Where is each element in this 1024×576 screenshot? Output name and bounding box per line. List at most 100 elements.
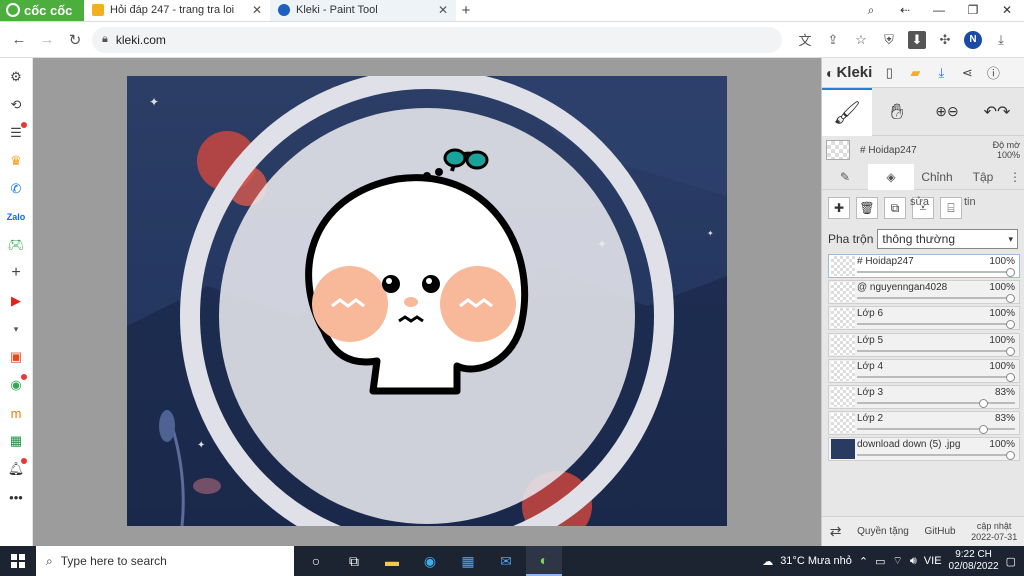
- layer-row[interactable]: download down (5) .jpg 100%: [828, 437, 1020, 462]
- windows-start-icon[interactable]: [0, 546, 36, 576]
- slider-knob[interactable]: [979, 425, 989, 435]
- tab-adjust[interactable]: Chỉnh: [914, 164, 960, 190]
- more-vertical-icon[interactable]: ⋮: [1006, 164, 1024, 190]
- sheet-icon[interactable]: ▦: [7, 432, 25, 450]
- chevron-down-icon[interactable]: ▾: [7, 320, 25, 338]
- layer-row[interactable]: Lớp 2 83%: [828, 411, 1020, 436]
- task-view-icon[interactable]: ⧉: [336, 546, 372, 576]
- translate-icon[interactable]: 文: [796, 31, 814, 49]
- privacy-link[interactable]: Quyền tặng: [857, 526, 909, 537]
- back-history-icon[interactable]: ⇠: [888, 0, 922, 21]
- back-icon[interactable]: ←: [8, 29, 30, 51]
- add-icon[interactable]: +: [7, 264, 25, 282]
- blend-select[interactable]: thông thường ▾: [877, 229, 1018, 249]
- youtube-icon[interactable]: ▶: [7, 292, 25, 310]
- zoom-icon[interactable]: ⊕⊖: [922, 88, 972, 136]
- delete-layer-icon[interactable]: 🗑︎: [856, 197, 878, 219]
- tray-chevron-icon[interactable]: ⌃: [859, 555, 868, 568]
- share-icon[interactable]: ⋖: [958, 64, 976, 82]
- file-explorer-icon[interactable]: ▬: [374, 546, 410, 576]
- shop-icon[interactable]: ▣: [7, 348, 25, 366]
- layer-row[interactable]: Lớp 6 100%: [828, 306, 1020, 331]
- download-icon[interactable]: ⬇: [908, 30, 926, 49]
- extensions-icon[interactable]: ✣: [936, 31, 954, 49]
- network-icon[interactable]: ⌔: [893, 554, 903, 568]
- tab-hoidap[interactable]: Hỏi đáp 247 - trang tra loi ✕: [84, 0, 270, 21]
- layer-opacity-slider[interactable]: [857, 268, 1015, 277]
- volume-icon[interactable]: 🔊︎: [910, 555, 917, 568]
- kleki-logo[interactable]: ◐ Kleki: [826, 64, 872, 81]
- save-icon[interactable]: ⤓: [932, 64, 950, 82]
- hand-tool-icon[interactable]: ✋︎: [872, 88, 922, 136]
- tab-brush-icon[interactable]: ✎: [822, 164, 868, 190]
- mail-icon[interactable]: ✉: [488, 546, 524, 576]
- layer-row[interactable]: @ nguyenngan4028 100%: [828, 280, 1020, 305]
- rename-layer-icon[interactable]: ⌸: [940, 197, 962, 219]
- slider-knob[interactable]: [1006, 451, 1015, 461]
- weather-icon[interactable]: ☁: [762, 555, 773, 568]
- help-icon[interactable]: ⓘ: [984, 64, 1002, 82]
- close-tab-icon[interactable]: ✕: [252, 3, 262, 17]
- layer-row[interactable]: Lớp 3 83%: [828, 384, 1020, 409]
- notification-icon[interactable]: ▢: [1006, 555, 1016, 568]
- layer-opacity-slider[interactable]: [857, 398, 1015, 408]
- duplicate-layer-icon[interactable]: ⧉: [884, 197, 906, 219]
- reload-icon[interactable]: ↻: [64, 29, 86, 51]
- language-indicator[interactable]: VIE: [924, 555, 942, 567]
- layer-opacity-slider[interactable]: [857, 346, 1015, 356]
- slider-knob[interactable]: [979, 398, 989, 408]
- clock[interactable]: 9:22 CH 02/08/2022: [949, 549, 999, 573]
- layer-opacity-slider[interactable]: [857, 425, 1015, 435]
- browser-brand[interactable]: cốc cốc: [0, 0, 84, 21]
- zalo-icon[interactable]: Zalo: [7, 208, 26, 226]
- layer-opacity-slider[interactable]: [857, 320, 1015, 330]
- add-layer-icon[interactable]: ✚: [828, 197, 850, 219]
- tab-layers-icon[interactable]: ◈: [868, 163, 914, 190]
- cart-icon[interactable]: m: [7, 404, 25, 422]
- weather-text[interactable]: 31°C Mưa nhỏ: [780, 555, 852, 567]
- update-info[interactable]: cập nhật 2022-07-31: [971, 521, 1017, 543]
- canvas-workspace[interactable]: ✦ ✦ ✦ ✦: [33, 58, 821, 546]
- tab-kleki[interactable]: Kleki - Paint Tool ✕: [270, 0, 456, 21]
- cortana-icon[interactable]: ○: [298, 546, 334, 576]
- search-tabs-icon[interactable]: ⌕: [854, 0, 888, 21]
- swap-icon[interactable]: ⇄: [830, 523, 842, 540]
- layer-row[interactable]: Lớp 4 100%: [828, 358, 1020, 383]
- more-icon[interactable]: •••: [7, 488, 25, 506]
- messenger-icon[interactable]: ✆: [7, 180, 25, 198]
- crown-icon[interactable]: ♛: [7, 152, 25, 170]
- layer-row[interactable]: Lớp 5 100%: [828, 332, 1020, 357]
- minimize-icon[interactable]: —: [922, 0, 956, 21]
- news-icon[interactable]: ☰: [7, 122, 27, 142]
- layer-opacity-slider[interactable]: [857, 372, 1015, 382]
- slider-knob[interactable]: [1006, 346, 1015, 356]
- store-icon[interactable]: ▦: [450, 546, 486, 576]
- history-icon[interactable]: ⟲: [7, 96, 25, 114]
- slider-knob[interactable]: [1006, 268, 1015, 277]
- star-icon[interactable]: ☆: [852, 31, 870, 49]
- layer-opacity-slider[interactable]: [857, 294, 1015, 304]
- layer-opacity-slider[interactable]: [857, 451, 1015, 461]
- tab-file[interactable]: Tập: [960, 164, 1006, 190]
- avatar[interactable]: N: [964, 30, 982, 49]
- open-folder-icon[interactable]: ▰: [906, 64, 924, 82]
- brush-tool-icon[interactable]: 🖌︎: [822, 87, 872, 136]
- new-file-icon[interactable]: ▯: [880, 64, 898, 82]
- edge-icon[interactable]: ◉: [412, 546, 448, 576]
- share-icon[interactable]: ⇪: [824, 31, 842, 49]
- slider-knob[interactable]: [1006, 372, 1015, 382]
- brush-preview[interactable]: [826, 140, 850, 160]
- layer-row[interactable]: # Hoidap247 100%: [828, 254, 1020, 278]
- battery-icon[interactable]: ▭: [875, 555, 885, 568]
- close-window-icon[interactable]: ✕: [990, 0, 1024, 21]
- taskbar-search[interactable]: ⌕ Type here to search: [36, 546, 294, 576]
- settings-icon[interactable]: ⚙: [7, 68, 25, 86]
- slider-knob[interactable]: [1006, 320, 1015, 330]
- forward-icon[interactable]: →: [36, 29, 58, 51]
- url-field[interactable]: 🔒︎ kleki.com: [92, 26, 782, 53]
- shield-icon[interactable]: ⛨: [880, 31, 898, 49]
- github-link[interactable]: GitHub: [924, 526, 955, 537]
- undo-redo-icon[interactable]: ↶↷: [972, 88, 1022, 136]
- new-tab-icon[interactable]: +: [456, 0, 476, 21]
- restore-icon[interactable]: ❐: [956, 0, 990, 21]
